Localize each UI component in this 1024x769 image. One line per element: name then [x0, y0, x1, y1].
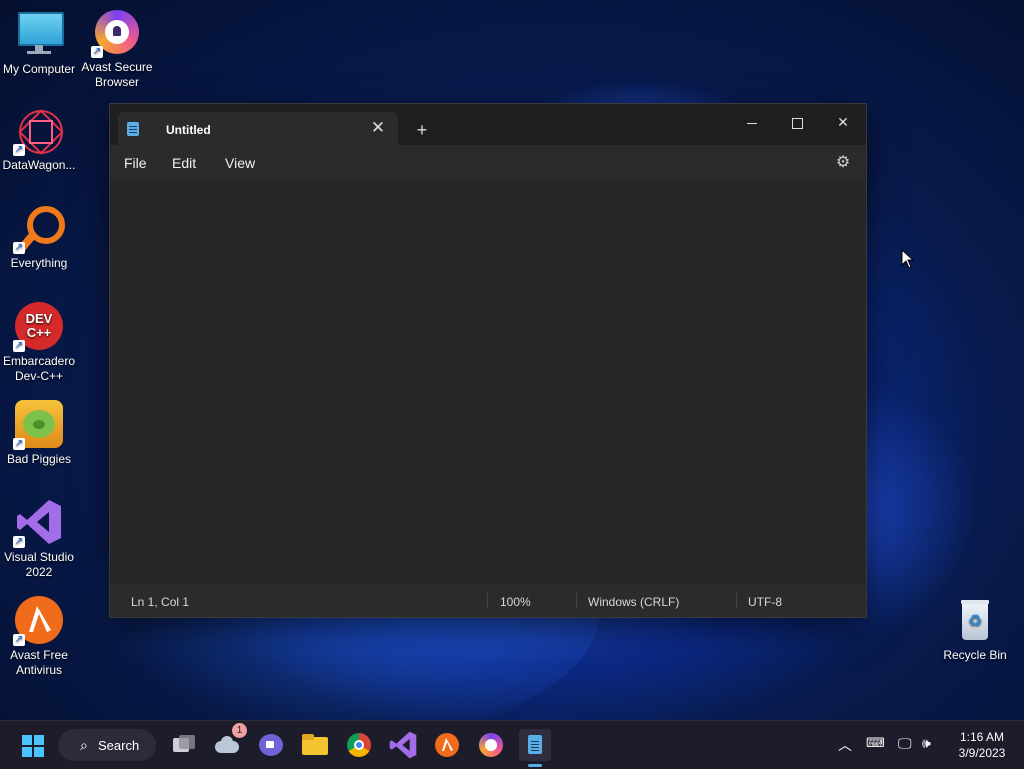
tab-untitled[interactable]: Untitled ✕ [118, 112, 398, 145]
minimize-icon [747, 122, 757, 124]
settings-gear-icon[interactable]: ⚙ [834, 154, 852, 172]
desktop-icon-label: My Computer [2, 62, 76, 76]
status-divider [736, 593, 737, 609]
title-bar[interactable]: Untitled ✕ + ✕ [110, 104, 866, 145]
status-divider [487, 593, 488, 609]
desktop-icon-everything[interactable]: ↗ Everything [0, 204, 78, 271]
desktop-icon-label: Visual Studio 2022 [4, 550, 74, 579]
search-label: Search [98, 738, 140, 753]
status-line-ending[interactable]: Windows (CRLF) [588, 595, 679, 609]
close-icon: ✕ [837, 114, 849, 130]
monitor-icon [15, 10, 64, 58]
clock-date: 3/9/2023 [958, 746, 1006, 760]
desktop-icon-label: Avast Free Antivirus [10, 648, 68, 677]
close-window-button[interactable]: ✕ [820, 108, 866, 136]
close-tab-icon[interactable]: ✕ [368, 118, 388, 138]
desktop-icon-label: Bad Piggies [6, 452, 72, 466]
network-icon[interactable]: 🖵 [898, 735, 912, 752]
recycle-bin-icon: ♻ [951, 596, 999, 644]
shortcut-arrow-icon: ↗ [13, 242, 25, 254]
show-hidden-icons-chevron-icon[interactable]: ︿ [838, 735, 852, 755]
desktop-icon-visual-studio[interactable]: ↗ Visual Studio 2022 [0, 498, 78, 580]
volume-icon[interactable]: 🕪 [922, 735, 931, 752]
maximize-button[interactable] [774, 108, 820, 136]
status-encoding[interactable]: UTF-8 [748, 595, 782, 609]
status-bar: Ln 1, Col 1 100% Windows (CRLF) UTF-8 [110, 585, 866, 617]
menu-bar: File Edit View ⚙ [110, 145, 866, 181]
clock[interactable]: 1:16 AM 3/9/2023 [952, 729, 1012, 761]
visual-studio-icon [389, 731, 417, 759]
notepad-taskbar-button[interactable] [519, 729, 551, 767]
desktop-icon-avast-antivirus[interactable]: ↗ Avast Free Antivirus [0, 596, 78, 678]
desktop-icon-my-computer[interactable]: My Computer [0, 10, 78, 77]
desktop-icon-label: Avast Secure Browser [81, 60, 153, 89]
shortcut-arrow-icon: ↗ [91, 46, 103, 58]
file-explorer-button[interactable] [299, 729, 331, 761]
desktop-icon-avast-secure-browser[interactable]: ↗ Avast Secure Browser [78, 8, 156, 90]
avast-antivirus-icon: ↗ [13, 596, 63, 646]
desktop-icon-label: DataWagon... [2, 158, 76, 172]
new-tab-button[interactable]: + [410, 118, 434, 142]
start-button[interactable] [18, 729, 50, 761]
status-cursor-position: Ln 1, Col 1 [131, 595, 190, 609]
clock-time: 1:16 AM [959, 730, 1005, 744]
visual-studio-icon: ↗ [13, 498, 63, 548]
menu-view[interactable]: View [225, 155, 255, 171]
notepad-icon [528, 735, 542, 754]
search-icon: ⌕ [80, 737, 88, 753]
desktop-icon-datawagon[interactable]: ↗ DataWagon... [0, 106, 78, 173]
menu-file[interactable]: File [124, 155, 147, 171]
magnifier-icon: ↗ [13, 204, 65, 254]
status-zoom[interactable]: 100% [500, 595, 531, 609]
desktop-icon-devcpp[interactable]: DEV C++ ↗ Embarcadero Dev-C++ [0, 302, 78, 384]
task-view-button[interactable] [167, 729, 199, 761]
keyboard-icon[interactable]: ⌨ [866, 735, 885, 751]
mouse-cursor-icon [901, 249, 915, 269]
avast-browser-icon: ↗ [91, 8, 141, 58]
notepad-window[interactable]: Untitled ✕ + ✕ File Edit View ⚙ Ln 1, Co… [110, 104, 866, 617]
avast-browser-taskbar-button[interactable] [475, 729, 507, 761]
avast-antivirus-taskbar-button[interactable] [431, 729, 463, 761]
text-editor-area[interactable] [110, 181, 866, 585]
visual-studio-taskbar-button[interactable] [387, 729, 419, 761]
maximize-icon [791, 117, 803, 129]
desktop-icon-recycle-bin[interactable]: ♻ Recycle Bin [936, 596, 1014, 663]
datawagon-icon: ↗ [13, 106, 64, 156]
shortcut-arrow-icon: ↗ [13, 438, 25, 450]
menu-edit[interactable]: Edit [172, 155, 196, 171]
desktop-icon-label: Everything [10, 256, 68, 270]
teams-chat-button[interactable] [255, 729, 287, 761]
shortcut-arrow-icon: ↗ [13, 144, 25, 156]
devcpp-icon: DEV C++ ↗ [13, 302, 63, 352]
search-box[interactable]: ⌕ Search [58, 729, 156, 761]
tab-title: Untitled [166, 123, 211, 137]
notification-badge: 1 [232, 723, 247, 738]
shortcut-arrow-icon: ↗ [13, 634, 25, 646]
chrome-button[interactable] [343, 729, 375, 761]
minimize-button[interactable] [729, 108, 775, 136]
desktop-icon-label: Recycle Bin [943, 648, 1007, 662]
active-app-indicator [528, 764, 542, 767]
status-divider [576, 593, 577, 609]
onedrive-button[interactable]: 1 [211, 723, 247, 761]
shortcut-arrow-icon: ↗ [13, 340, 25, 352]
shortcut-arrow-icon: ↗ [13, 536, 25, 548]
taskbar: ⌕ Search 1 ︿ ⌨ 🖵 🕪 1:16 AM 3/9/2023 [0, 720, 1024, 769]
pig-icon: ↗ [13, 400, 63, 450]
desktop-icon-label: Embarcadero Dev-C++ [2, 354, 76, 383]
desktop-icon-bad-piggies[interactable]: ↗ Bad Piggies [0, 400, 78, 467]
notepad-icon [127, 122, 139, 136]
